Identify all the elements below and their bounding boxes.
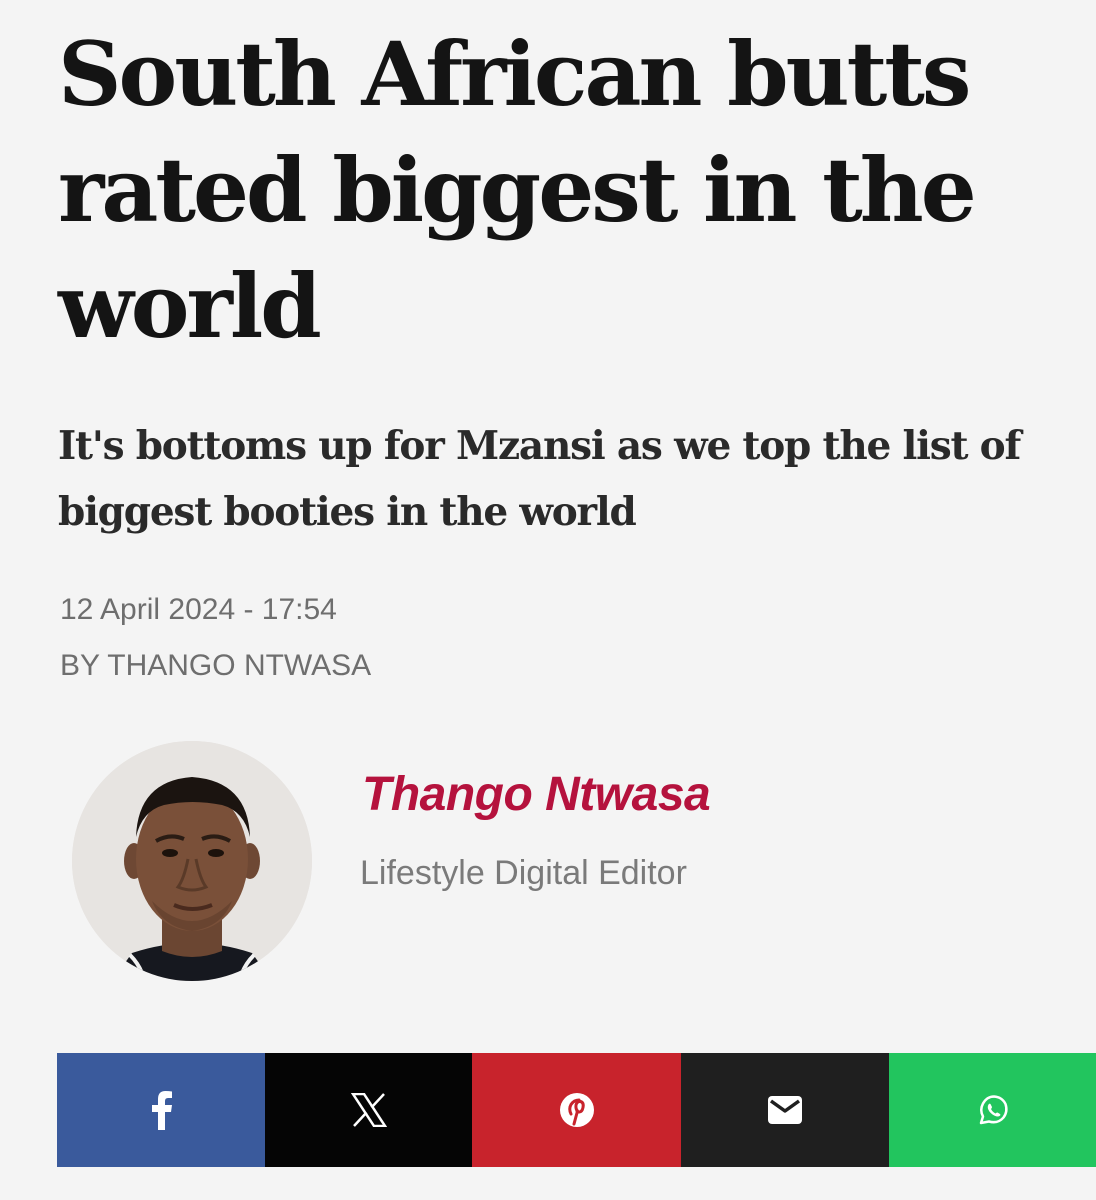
author-avatar[interactable] xyxy=(72,741,312,981)
share-facebook-button[interactable] xyxy=(57,1053,265,1167)
article-headline: South African butts rated biggest in the… xyxy=(58,22,977,358)
article-subheadline: It's bottoms up for Mzansi as we top the… xyxy=(58,423,1021,535)
whatsapp-icon xyxy=(979,1095,1008,1125)
pinterest-icon xyxy=(559,1093,594,1127)
share-email-button[interactable] xyxy=(681,1053,889,1167)
facebook-icon xyxy=(152,1091,172,1130)
x-icon xyxy=(350,1093,387,1127)
author-role: Lifestyle Digital Editor xyxy=(360,854,687,892)
article-byline: BY THANGO NTWASA xyxy=(60,649,372,682)
share-bar xyxy=(57,1053,1096,1167)
share-whatsapp-button[interactable] xyxy=(889,1053,1096,1167)
share-pinterest-button[interactable] xyxy=(472,1053,681,1167)
author-name-link[interactable]: Thango Ntwasa xyxy=(362,765,711,825)
email-icon xyxy=(768,1096,802,1124)
article-date: 12 April 2024 - 17:54 xyxy=(60,593,337,626)
share-x-button[interactable] xyxy=(265,1053,472,1167)
author-portrait-image xyxy=(72,741,312,981)
